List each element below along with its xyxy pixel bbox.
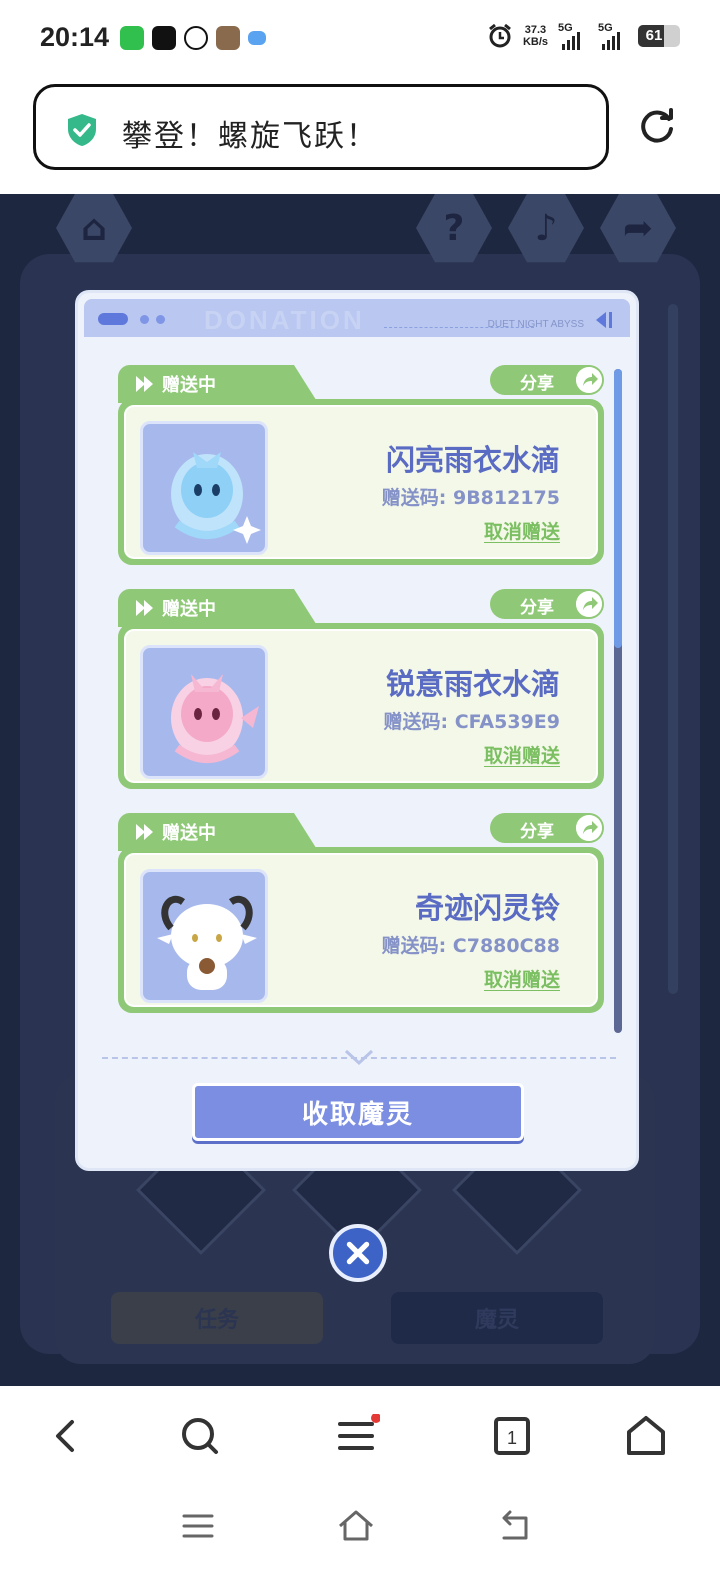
gift-list-scrollbar[interactable] (614, 369, 622, 1033)
gift-code-value: 9B812175 (452, 487, 560, 509)
share-button[interactable]: 分享 (490, 813, 604, 843)
signal-1: 5G (558, 22, 588, 50)
status-time: 20:14 (40, 22, 110, 52)
net-speed: 37.3 KB/s (523, 24, 548, 48)
gift-code-label: 赠送码: (383, 711, 455, 733)
fast-forward-icon (136, 824, 153, 840)
gift-code: 赠送码: C7880C88 (382, 931, 560, 958)
svg-text:1: 1 (507, 1428, 517, 1448)
app-avatar-icon (216, 26, 240, 50)
qq-icon (184, 26, 208, 50)
tiktok-icon (152, 26, 176, 50)
notification-icons (120, 26, 266, 50)
gift-code-label: 赠送码: (381, 487, 453, 509)
battery-level: 61 (645, 27, 663, 44)
cancel-gift-button[interactable]: 取消赠送 (484, 517, 560, 544)
menu-icon[interactable] (336, 1414, 380, 1458)
gift-status: 赠送中 (162, 823, 216, 844)
back-icon[interactable] (44, 1414, 88, 1458)
status-bar: 20:14 37.3 KB/s 5G 5G 61 (0, 0, 720, 80)
share-label: 分享 (520, 822, 554, 842)
gift-code-value: CFA539E9 (454, 711, 560, 733)
dialog-header-brand: DUET NIGHT ABYSS (487, 319, 584, 330)
home-icon[interactable] (624, 1414, 668, 1458)
fast-forward-icon (136, 600, 153, 616)
wechat-icon (120, 26, 144, 50)
collect-spirit-label: 收取魔灵 (301, 1099, 414, 1130)
message-icon (248, 31, 266, 45)
gift-status: 赠送中 (162, 375, 216, 396)
tab-spirits-label: 魔灵 (474, 1308, 519, 1333)
back-button-icon[interactable] (494, 1506, 534, 1546)
tab-tasks-label: 任务 (194, 1308, 239, 1333)
gift-card: 赠送中 分享 奇迹闪灵铃 赠送码: C7880C88 取消赠送 (118, 813, 604, 1013)
share-arrow-icon (576, 367, 602, 393)
gift-code-value: C7880C88 (452, 935, 560, 957)
cancel-gift-button[interactable]: 取消赠送 (484, 741, 560, 768)
item-name: 奇迹闪灵铃 (414, 891, 560, 925)
search-icon[interactable] (178, 1414, 222, 1458)
gift-status: 赠送中 (162, 599, 216, 620)
reload-icon[interactable] (638, 108, 676, 146)
signal-bars-icon (562, 32, 580, 50)
signal-bars-icon (602, 32, 620, 50)
gift-code-label: 赠送码: (381, 935, 453, 957)
item-image (140, 869, 268, 1003)
tabs-icon[interactable]: 1 (490, 1414, 534, 1458)
gift-card: 赠送中 分享 锐意雨衣水滴 赠送码: CFA539E9 取消赠送 (118, 589, 604, 789)
gift-list-scroll-thumb[interactable] (614, 369, 622, 648)
share-button[interactable]: 分享 (490, 589, 604, 619)
battery-icon: 61 (638, 25, 680, 47)
item-image (140, 645, 268, 779)
gift-dialog: DONATION DUET NIGHT ABYSS 赠送中 分享 闪亮雨衣水滴 … (75, 290, 639, 1171)
shield-check-icon (68, 114, 96, 146)
signal-2: 5G (598, 22, 628, 50)
cancel-gift-button[interactable]: 取消赠送 (484, 965, 560, 992)
arrow-left-icon (596, 312, 612, 328)
gift-card: 赠送中 分享 闪亮雨衣水滴 赠送码: 9B812175 取消赠送 (118, 365, 604, 565)
item-name: 闪亮雨衣水滴 (385, 443, 560, 477)
net-speed-unit: KB/s (522, 36, 548, 48)
item-name: 锐意雨衣水滴 (385, 667, 560, 701)
collect-spirit-button[interactable]: 收取魔灵 (192, 1083, 524, 1141)
item-image (140, 421, 268, 555)
tab-tasks[interactable]: 任务 (111, 1292, 323, 1344)
close-icon[interactable] (329, 1224, 387, 1282)
fast-forward-icon (136, 376, 153, 392)
gift-code: 赠送码: 9B812175 (382, 483, 560, 510)
share-label: 分享 (520, 598, 554, 618)
share-button[interactable]: 分享 (490, 365, 604, 395)
game-scrollbar (668, 304, 678, 994)
page-title: 攀登！螺旋飞跃！ (122, 119, 378, 154)
recents-icon[interactable] (178, 1506, 218, 1546)
share-label: 分享 (520, 374, 554, 394)
tab-spirits[interactable]: 魔灵 (391, 1292, 603, 1344)
gift-code: 赠送码: CFA539E9 (383, 707, 560, 734)
share-arrow-icon (576, 815, 602, 841)
address-bar[interactable]: 攀登！螺旋飞跃！ (33, 84, 609, 170)
chevron-down-icon (344, 1049, 374, 1066)
alarm-icon (489, 23, 511, 48)
dialog-header-watermark: DONATION (204, 305, 365, 335)
home-button-icon[interactable] (336, 1506, 376, 1546)
status-right: 37.3 KB/s 5G 5G 61 (487, 22, 680, 50)
net-speed-value: 37.3 (524, 24, 547, 36)
share-arrow-icon (576, 591, 602, 617)
dialog-header: DONATION DUET NIGHT ABYSS (84, 299, 630, 337)
